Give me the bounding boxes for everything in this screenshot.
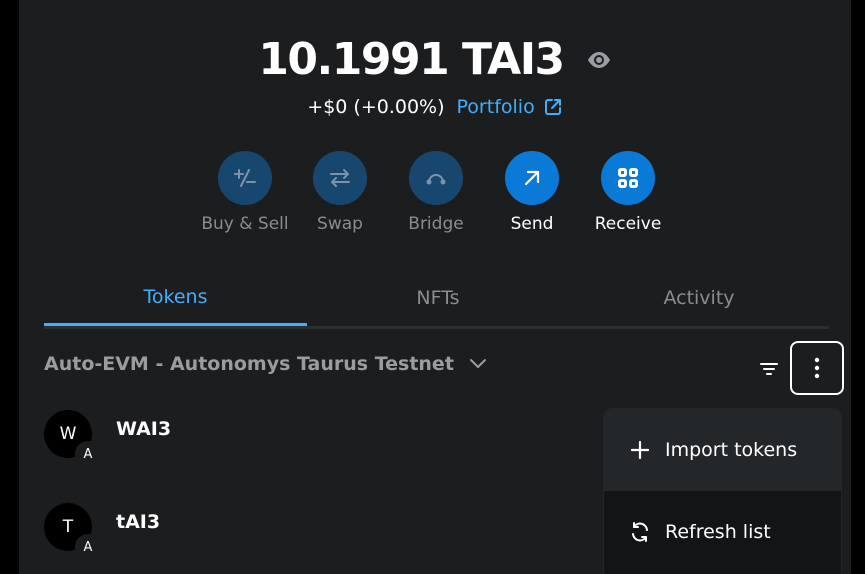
tab-nfts[interactable]: NFTs <box>307 270 569 326</box>
token-row[interactable]: W A WAI3 <box>44 410 544 470</box>
tab-tokens[interactable]: Tokens <box>44 270 307 326</box>
tab-activity[interactable]: Activity <box>569 270 829 326</box>
token-symbol: tAI3 <box>116 511 161 533</box>
swap-arrows-icon <box>313 151 367 205</box>
network-name: Auto-EVM - Autonomys Taurus Testnet <box>44 353 454 375</box>
import-tokens-label: Import tokens <box>665 439 798 461</box>
token-symbol: WAI3 <box>116 418 172 440</box>
wallet-panel: 10.1991 TAI3 +$0 (+0.00%) Portfolio Buy … <box>19 0 851 574</box>
network-badge: A <box>75 441 101 467</box>
plus-minus-icon <box>218 151 272 205</box>
balance-amount: 10.1991 TAI3 <box>258 34 565 85</box>
kebab-menu-icon <box>814 357 820 379</box>
refresh-list-item[interactable]: Refresh list <box>604 491 841 573</box>
bridge-icon <box>409 151 463 205</box>
bridge-button[interactable]: Bridge <box>386 151 486 234</box>
token-row[interactable]: T A tAI3 <box>44 503 544 563</box>
plus-icon <box>628 438 652 462</box>
swap-button[interactable]: Swap <box>290 151 390 234</box>
send-button[interactable]: Send <box>482 151 582 234</box>
refresh-list-label: Refresh list <box>665 521 771 543</box>
external-link-icon <box>543 97 563 117</box>
more-options-button[interactable] <box>790 341 844 395</box>
filter-icon[interactable] <box>757 357 781 381</box>
tab-bar: Tokens NFTs Activity <box>44 270 829 329</box>
receive-label: Receive <box>594 214 662 234</box>
balance-change-row: +$0 (+0.00%) Portfolio <box>19 96 851 118</box>
portfolio-label: Portfolio <box>456 96 535 118</box>
arrow-up-right-icon <box>505 151 559 205</box>
swap-label: Swap <box>317 214 363 234</box>
network-badge: A <box>75 534 101 560</box>
buy-sell-label: Buy & Sell <box>201 214 289 234</box>
send-label: Send <box>510 214 554 234</box>
buy-sell-button[interactable]: Buy & Sell <box>195 151 295 234</box>
token-options-menu: Import tokens Refresh list <box>604 409 841 574</box>
action-buttons: Buy & Sell Swap Bridge Send Receive <box>19 151 851 251</box>
refresh-icon <box>628 520 652 544</box>
qr-code-icon <box>601 151 655 205</box>
eye-icon[interactable] <box>586 47 612 73</box>
import-tokens-item[interactable]: Import tokens <box>604 409 841 491</box>
bridge-label: Bridge <box>408 214 464 234</box>
balance-change: +$0 (+0.00%) <box>307 96 445 118</box>
receive-button[interactable]: Receive <box>578 151 678 234</box>
portfolio-link[interactable]: Portfolio <box>457 96 563 118</box>
balance-row: 10.1991 TAI3 <box>19 34 851 86</box>
chevron-down-icon <box>468 357 488 371</box>
network-selector[interactable]: Auto-EVM - Autonomys Taurus Testnet <box>44 353 488 375</box>
